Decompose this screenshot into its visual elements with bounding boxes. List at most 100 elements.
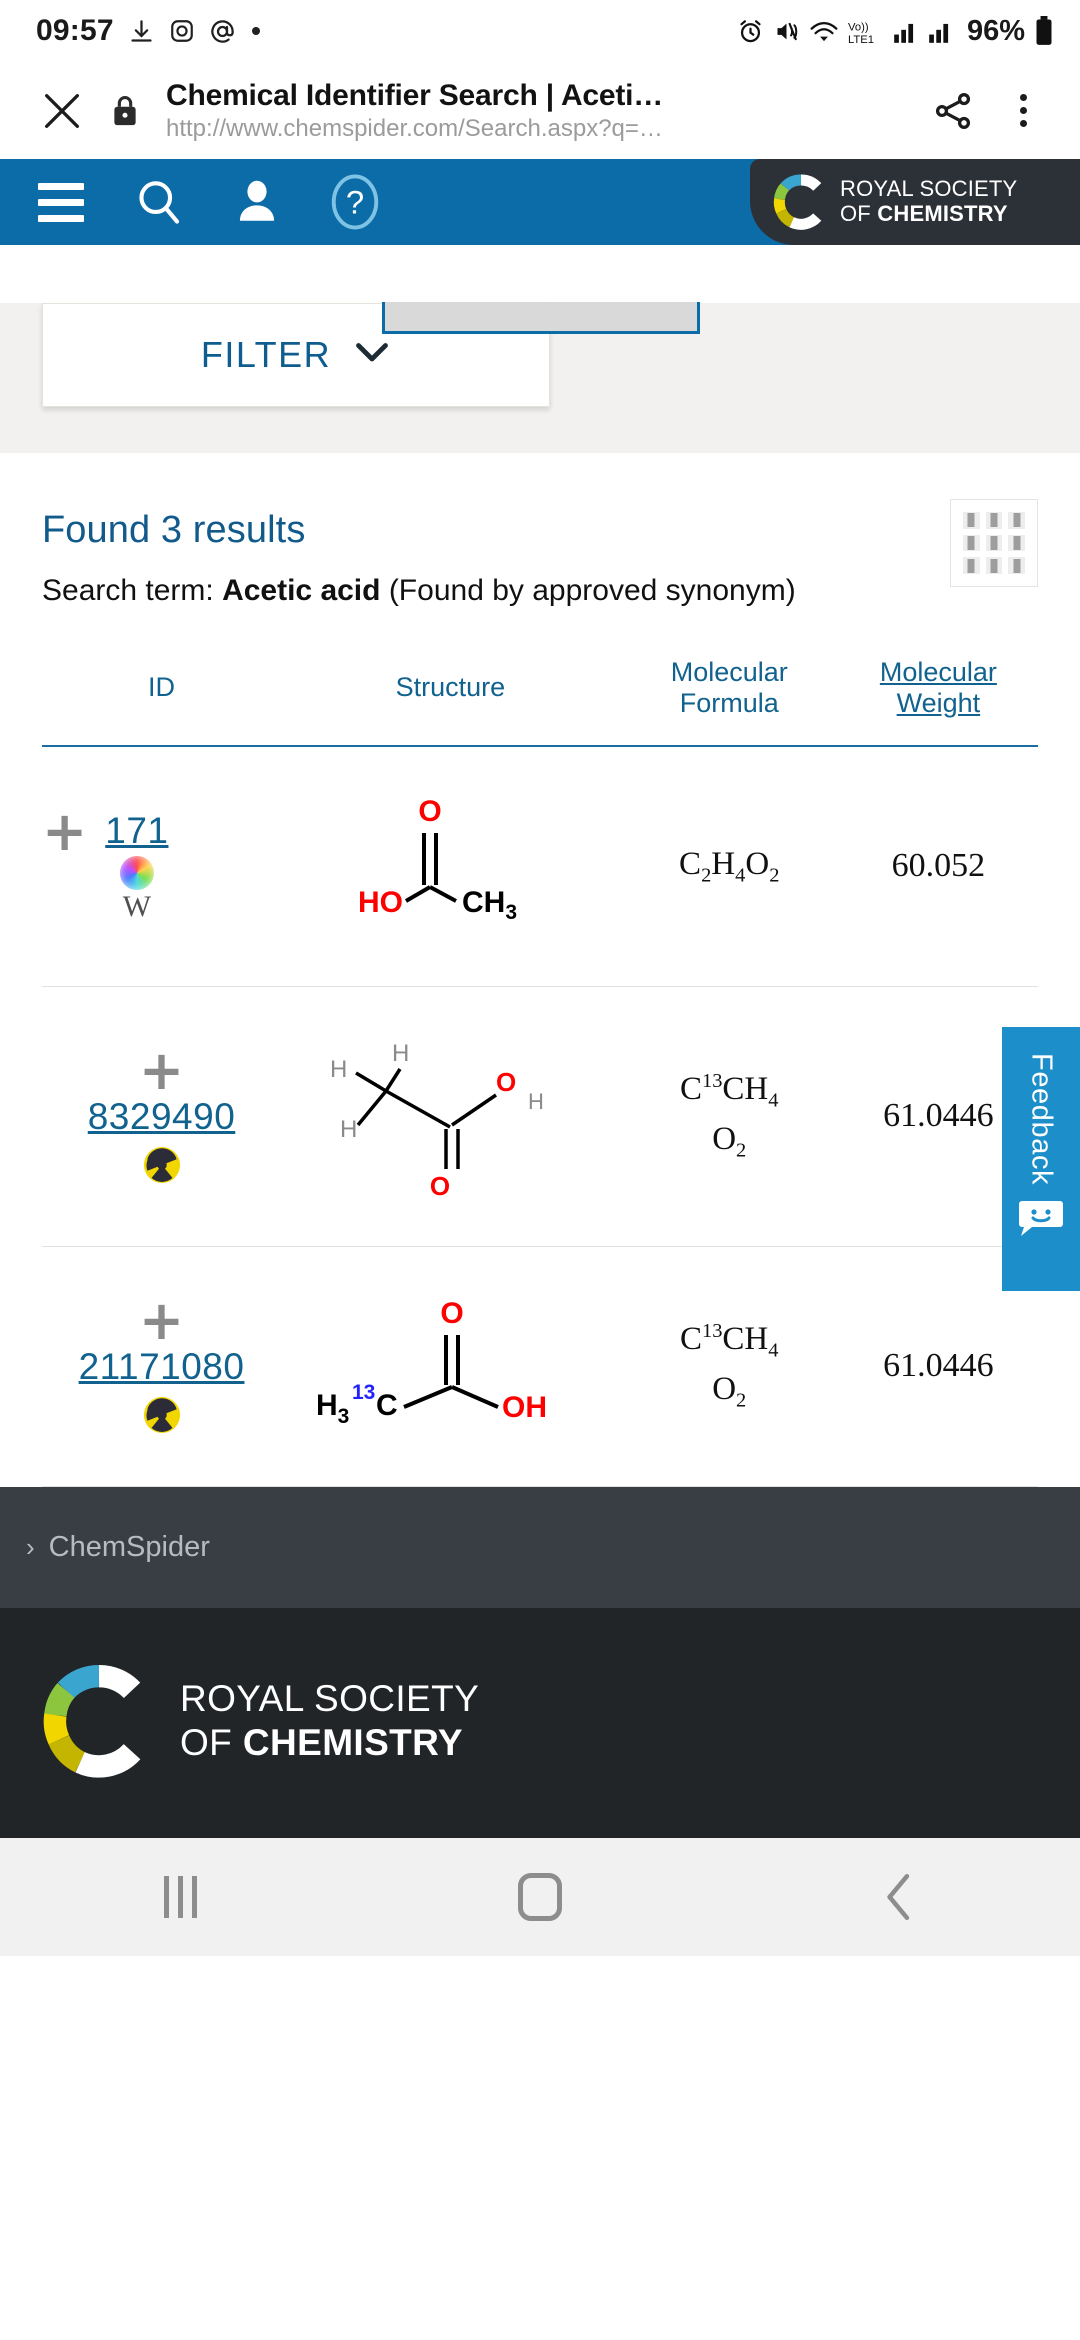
id-group: + 171 W (42, 804, 281, 924)
cell-id: + 8329490 (42, 986, 282, 1247)
alarm-icon (737, 18, 764, 45)
search-input[interactable] (382, 302, 700, 334)
col-header-formula-line1: Molecular (670, 656, 788, 687)
col-header-molecular-weight[interactable]: Molecular Weight (839, 657, 1038, 746)
table-header: ID Structure Molecular Formula Molecular… (42, 657, 1038, 746)
plus-icon[interactable]: + (139, 1293, 184, 1347)
chevron-down-icon (353, 341, 391, 370)
radioactive-icon (143, 1396, 180, 1433)
feedback-tab[interactable]: Feedback (1002, 1027, 1080, 1291)
table-row: + 21171080 O H3 13 C OH C13CH4 O2 61.044… (42, 1246, 1038, 1487)
result-id-link[interactable]: 171 (105, 810, 168, 852)
search-term-value: Acetic acid (222, 574, 381, 607)
search-term-line: Search term: Acetic acid (Found by appro… (42, 570, 802, 613)
molecular-weight: 61.0446 (883, 1097, 994, 1135)
atom-label-o: O (441, 1297, 464, 1330)
filter-strip: FILTER (0, 302, 1080, 453)
lock-icon (102, 94, 148, 128)
page-title: Chemical Identifier Search | Aceti… (166, 79, 664, 112)
more-vertical-icon[interactable] (992, 80, 1054, 142)
cell-formula: C13CH4 O2 (619, 1246, 839, 1487)
help-icon[interactable]: ? (324, 171, 386, 233)
grid-cell (985, 512, 1003, 529)
badge-group (143, 1396, 181, 1434)
rsc-logo-line1: ROYAL SOCIETY (840, 176, 1018, 202)
structure-diagram: O HO CH3 (358, 795, 517, 924)
atom-label-c: C (376, 1389, 398, 1422)
phone-screen: 09:57 Vo)) LTE1 96% Chemical Identifier … (0, 0, 1080, 2340)
table-row: + 171 W O HO CH3 C2H4O2 60.052 (42, 745, 1038, 987)
atom-label-o: O (419, 795, 442, 828)
table-row: + 8329490 H H H O O H C13CH4 O2 61.0446 (42, 986, 1038, 1247)
col-header-weight-line2: Weight (896, 687, 981, 718)
camera-icon (169, 18, 195, 44)
atom-label-ho: HO (358, 886, 403, 919)
wikipedia-icon: W (122, 890, 152, 924)
structure-diagram: O H3 13 C OH (316, 1297, 547, 1428)
col-header-molecular-formula[interactable]: Molecular Formula (620, 657, 839, 746)
footer-links: › ChemSpider (0, 1486, 1080, 1608)
grid-cell (963, 557, 980, 574)
user-icon[interactable] (226, 171, 288, 233)
share-icon[interactable] (922, 80, 984, 142)
footer-brand-line1: ROYAL SOCIETY (180, 1677, 480, 1719)
grid-view-icon[interactable] (950, 499, 1038, 587)
grid-cell (985, 534, 1003, 552)
cell-formula: C13CH4 O2 (619, 986, 839, 1247)
address-bar[interactable]: Chemical Identifier Search | Aceti… http… (156, 79, 914, 142)
footer-brand-line2: OF CHEMISTRY (180, 1721, 479, 1765)
rsc-of: OF (840, 201, 878, 226)
recents-icon[interactable] (120, 1857, 240, 1937)
grid-cell (963, 534, 980, 552)
home-icon[interactable] (480, 1857, 600, 1937)
footer-of: OF (180, 1721, 243, 1763)
rsc-logo-line2: OF CHEMISTRY (840, 201, 1017, 227)
molecular-formula: C13CH4 O2 (679, 1070, 779, 1162)
search-term-suffix: (Found by approved synonym) (380, 574, 796, 607)
atom-label-o: O (496, 1067, 516, 1097)
result-id-link[interactable]: 8329490 (88, 1096, 236, 1138)
cell-id: + 21171080 (42, 1246, 282, 1487)
cell-formula: C2H4O2 (619, 745, 839, 987)
cell-structure[interactable]: H H H O O H (281, 986, 620, 1247)
hamburger-icon[interactable] (30, 171, 92, 233)
download-icon (128, 18, 155, 45)
id-group: + 21171080 (42, 1293, 281, 1434)
col-header-weight-line1: Molecular (879, 656, 997, 687)
browser-toolbar: Chemical Identifier Search | Aceti… http… (0, 62, 1080, 159)
atom-label-h: H (330, 1056, 347, 1083)
rsc-logo-header[interactable]: ROYAL SOCIETY OF CHEMISTRY (750, 159, 1080, 245)
col-header-structure[interactable]: Structure (281, 657, 620, 746)
results-count: Found 3 results (42, 509, 306, 551)
atom-label-oh: OH (502, 1391, 547, 1424)
isotope-label-13: 13 (352, 1381, 375, 1404)
back-icon[interactable] (840, 1857, 960, 1937)
android-navigation-bar (0, 1837, 1080, 1956)
atom-label-h: H (340, 1116, 357, 1143)
footer-link-chemspider[interactable]: › ChemSpider (26, 1531, 1080, 1564)
filter-label: FILTER (200, 334, 332, 375)
cell-structure[interactable]: O H3 13 C OH (281, 1246, 620, 1487)
col-header-id[interactable]: ID (42, 657, 281, 746)
smiley-chat-icon (1019, 1201, 1063, 1237)
search-icon[interactable] (128, 171, 190, 233)
molecular-formula: C13CH4 O2 (679, 1320, 779, 1412)
page-url: http://www.chemspider.com/Search.aspx?q=… (166, 115, 663, 142)
radioactive-icon (143, 1146, 180, 1183)
footer-brand: ROYAL SOCIETY OF CHEMISTRY (0, 1607, 1080, 1838)
close-tab-button[interactable] (30, 79, 94, 143)
badge-group (143, 1146, 181, 1184)
molecular-formula: C2H4O2 (679, 846, 780, 887)
status-bar: 09:57 Vo)) LTE1 96% (0, 0, 1080, 62)
rsc-mark-icon (773, 174, 822, 230)
results-section: Found 3 results Search term: Acetic acid… (0, 453, 1080, 1487)
grid-cell (963, 512, 980, 529)
id-group: + 8329490 (42, 1043, 281, 1184)
plus-icon[interactable]: + (139, 1043, 184, 1097)
atom-label-h: H (392, 1040, 409, 1067)
svg-text:?: ? (346, 184, 364, 221)
cell-structure[interactable]: O HO CH3 (281, 745, 620, 987)
rsc-logo-text: ROYAL SOCIETY OF CHEMISTRY (840, 177, 1017, 226)
result-id-link[interactable]: 21171080 (79, 1346, 245, 1388)
plus-icon[interactable]: + (42, 804, 87, 858)
